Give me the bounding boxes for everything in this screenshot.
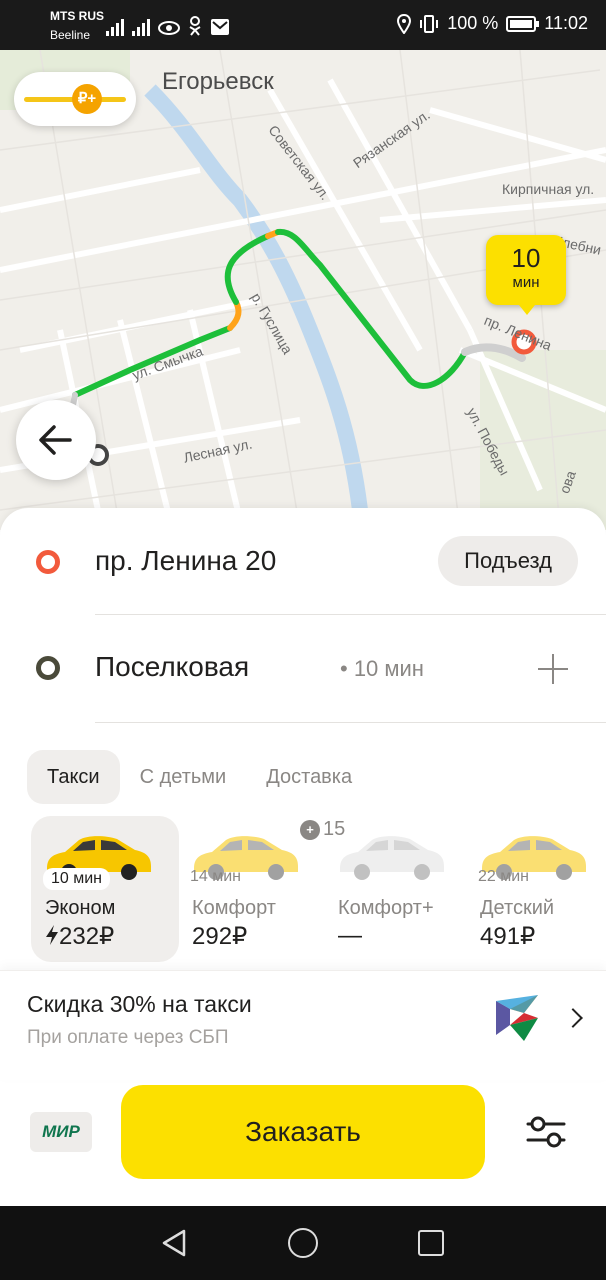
tariff-comfort-plus[interactable]: Комфорт+ — bbox=[324, 816, 472, 962]
eta-value: 10 bbox=[511, 243, 541, 273]
tab-taxi[interactable]: Такси bbox=[27, 750, 120, 804]
destination-dot-icon bbox=[36, 656, 60, 680]
destination-address: Поселковая bbox=[95, 651, 250, 682]
payment-method-mir[interactable]: МИР bbox=[30, 1112, 92, 1152]
add-stop-plus-icon[interactable] bbox=[538, 654, 568, 684]
tariff-eta: 14 мин bbox=[190, 868, 242, 885]
plus-points-icon: + bbox=[300, 819, 320, 840]
chevron-right-icon bbox=[563, 1008, 583, 1028]
status-right: 100 % 11:02 bbox=[397, 13, 588, 34]
tariff-comfort[interactable]: +15 14 мин Комфорт 292₽ bbox=[178, 816, 345, 962]
status-bar: MTS RUS Beeline 100 % 11:02 bbox=[0, 0, 606, 50]
tariff-price: 491₽ bbox=[480, 923, 536, 950]
sbp-logo-icon bbox=[496, 995, 538, 1041]
pickup-dot-icon bbox=[36, 550, 60, 574]
battery-icon bbox=[506, 15, 540, 32]
pickup-row[interactable]: пр. Ленина 20 Подъезд bbox=[0, 508, 606, 616]
promo-subtitle: При оплате через СБП bbox=[27, 1027, 229, 1048]
destination-row[interactable]: Поселковая • 10 мин bbox=[0, 616, 606, 724]
signal-icons bbox=[106, 12, 230, 36]
divider bbox=[95, 722, 606, 723]
nav-home-icon[interactable] bbox=[288, 1228, 318, 1258]
tariff-price-value: 232₽ bbox=[59, 923, 115, 950]
map-city-label: Егорьевск bbox=[162, 68, 274, 95]
tariff-name: Детский bbox=[480, 897, 555, 919]
tab-delivery[interactable]: Доставка bbox=[246, 750, 372, 804]
nav-back-icon[interactable] bbox=[160, 1228, 188, 1258]
ruble-plus-icon: ₽+ bbox=[72, 84, 102, 114]
pickup-address: пр. Ленина 20 bbox=[95, 545, 277, 576]
map[interactable]: Егорьевск Советская ул. Рязанская ул. Ки… bbox=[0, 50, 606, 530]
order-sheet: пр. Ленина 20 Подъезд Поселковая • 10 ми… bbox=[0, 508, 606, 1208]
tariff-price: 292₽ bbox=[192, 923, 248, 950]
tariff-price: — bbox=[338, 922, 362, 949]
arrow-left-icon bbox=[39, 425, 72, 455]
car-icon bbox=[340, 836, 444, 880]
tariff-name: Эконом bbox=[45, 897, 116, 919]
back-button[interactable] bbox=[16, 400, 96, 480]
cashback-promo-button[interactable]: ₽+ bbox=[14, 72, 136, 126]
battery-percent: 100 % bbox=[447, 13, 499, 33]
tariff-name: Комфорт+ bbox=[338, 897, 434, 919]
destination-eta: • 10 мин bbox=[340, 656, 424, 681]
tariff-eta: 22 мин bbox=[478, 868, 530, 885]
carrier-name: MTS RUS bbox=[50, 9, 104, 23]
tariff-eta: 10 мин bbox=[43, 868, 111, 890]
sbp-discount-banner[interactable]: Скидка 30% на такси При оплате через СБП bbox=[0, 970, 606, 1080]
promo-title: Скидка 30% на такси bbox=[27, 991, 252, 1017]
signal-icon bbox=[132, 18, 150, 36]
tariff-name: Комфорт bbox=[192, 897, 276, 919]
park-area bbox=[480, 350, 606, 530]
street-label: Кирпичная ул. bbox=[502, 181, 595, 197]
system-nav-bar bbox=[0, 1206, 606, 1280]
odnoklassniki-icon bbox=[189, 16, 201, 36]
pickup-eta-bubble: 10 мин bbox=[486, 235, 566, 315]
eye-icon bbox=[158, 21, 180, 35]
clock: 11:02 bbox=[544, 13, 588, 33]
service-tabs: Такси С детьми Доставка bbox=[27, 750, 372, 804]
entrance-button[interactable]: Подъезд bbox=[438, 536, 578, 586]
tariff-kids[interactable]: 22 мин Детский 491₽ bbox=[466, 816, 606, 962]
tariff-economy[interactable]: 10 мин Эконом 232₽ bbox=[31, 816, 179, 962]
order-settings-icon[interactable] bbox=[524, 1112, 568, 1152]
tariff-price: 232₽ bbox=[45, 922, 114, 951]
lightning-icon bbox=[46, 925, 58, 945]
mail-icon bbox=[211, 19, 229, 35]
carrier-name-2: Beeline bbox=[50, 28, 91, 42]
tariff-list: 10 мин Эконом 232₽ +15 14 мин Комфорт 29… bbox=[0, 816, 606, 962]
divider bbox=[95, 614, 606, 615]
location-icon bbox=[397, 13, 412, 34]
eta-unit: мин bbox=[512, 274, 540, 291]
order-button[interactable]: Заказать bbox=[121, 1085, 485, 1179]
tab-with-kids[interactable]: С детьми bbox=[120, 750, 247, 804]
nav-recents-icon[interactable] bbox=[418, 1230, 444, 1256]
vibrate-icon bbox=[420, 14, 439, 33]
signal-icon bbox=[106, 18, 124, 36]
